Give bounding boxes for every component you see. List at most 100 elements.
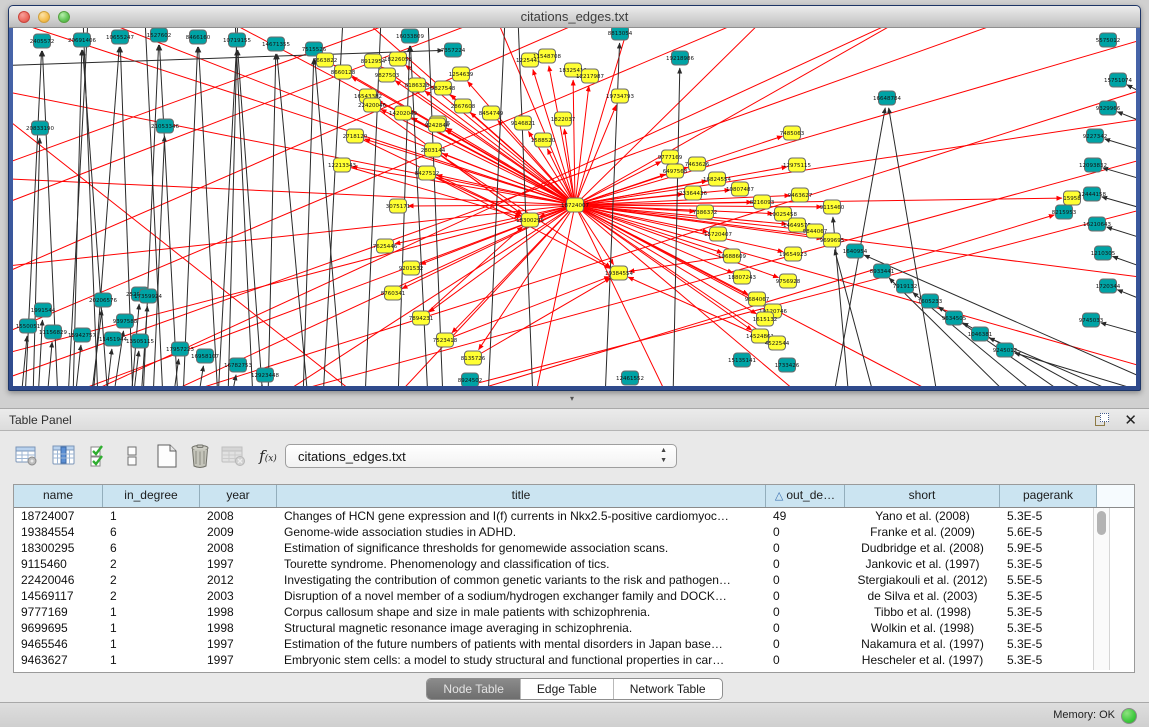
graph-node[interactable]: 10688609 (718, 249, 746, 263)
graph-node[interactable]: 1733426 (775, 358, 800, 372)
graph-node[interactable]: 11156829 (39, 325, 67, 339)
table-row[interactable]: 2242004622012Investigating the contribut… (14, 572, 1134, 588)
graph-node[interactable]: 7463626 (685, 157, 710, 171)
graph-node[interactable]: 9227342 (1083, 129, 1108, 143)
graph-node[interactable]: 19734793 (606, 89, 634, 103)
column-header-in_degree[interactable]: in_degree (103, 485, 200, 507)
graph-node[interactable]: 9745033 (1079, 313, 1104, 327)
graph-node[interactable]: 5575012 (1096, 33, 1121, 47)
graph-node[interactable]: 9756928 (776, 274, 801, 288)
graph-node[interactable]: 7357224 (441, 43, 466, 57)
column-header-short[interactable]: short (845, 485, 1000, 507)
table-row[interactable]: 1938455462009Genome-wide association stu… (14, 524, 1134, 540)
select-all-icon[interactable] (85, 441, 115, 471)
table-row[interactable]: 946362711997Embryonic stem cells: a mode… (14, 652, 1134, 668)
graph-node[interactable]: 7625446 (373, 239, 398, 253)
graph-node[interactable]: 8454749 (479, 106, 504, 120)
column-header-year[interactable]: year (200, 485, 277, 507)
graph-node[interactable]: 15942757 (68, 328, 96, 342)
close-panel-icon[interactable]: ✕ (1124, 411, 1137, 429)
panel-resize-handle[interactable]: ▾ (566, 395, 578, 403)
float-panel-icon[interactable] (1095, 413, 1109, 427)
graph-node[interactable]: 7919132 (893, 279, 918, 293)
graph-node[interactable]: 9115460 (820, 200, 845, 214)
graph-node[interactable]: 1640954 (843, 244, 868, 258)
table-row[interactable]: 969969511998Structural magnetic resonanc… (14, 620, 1134, 636)
graph-node[interactable]: 7386372 (693, 205, 718, 219)
graph-node[interactable]: 9397588 (113, 314, 138, 328)
table-row[interactable]: 911546021997Tourette syndrome. Phenomeno… (14, 556, 1134, 572)
graph-node[interactable]: 8466160 (186, 30, 211, 44)
delete-table-icon[interactable] (219, 441, 249, 471)
graph-node[interactable]: 4522544 (765, 336, 790, 350)
graph-node[interactable]: 1527602 (147, 28, 172, 42)
graph-node[interactable]: 1210305 (1091, 246, 1116, 260)
graph-node[interactable]: 1588520 (531, 133, 556, 147)
graph-node[interactable]: 10807487 (726, 182, 754, 196)
graph-node[interactable]: 14671355 (262, 37, 290, 51)
graph-node[interactable]: 15135141 (728, 353, 756, 367)
column-header-title[interactable]: title (277, 485, 766, 507)
graph-node[interactable]: 20691406 (68, 33, 96, 47)
delete-icon[interactable] (185, 441, 215, 471)
graph-node[interactable]: 1991544 (31, 303, 56, 317)
graph-node[interactable]: 7663822 (313, 53, 338, 67)
graph-node[interactable]: 20833190 (26, 121, 54, 135)
graph-node[interactable]: 7485063 (780, 126, 805, 140)
table-row[interactable]: 1456911722003Disruption of a novel membe… (14, 588, 1134, 604)
graph-node[interactable]: 9827503 (375, 68, 400, 82)
graph-node[interactable]: 12461552 (616, 371, 644, 385)
column-header-out_de[interactable]: △out_de… (766, 485, 845, 507)
tab-node-table[interactable]: Node Table (427, 679, 521, 699)
graph-node[interactable]: 9777169 (658, 150, 683, 164)
graph-node[interactable]: 1046381 (968, 327, 993, 341)
graph-node[interactable]: 1605233 (918, 294, 943, 308)
scrollbar-thumb[interactable] (1097, 511, 1106, 535)
new-table-icon[interactable] (152, 441, 182, 471)
graph-node[interactable]: 1550051 (16, 319, 41, 333)
column-visibility-icon[interactable] (49, 441, 79, 471)
graph-node[interactable]: 1615132 (753, 312, 778, 326)
table-row[interactable]: 1830029562008Estimation of significance … (14, 540, 1134, 556)
graph-node[interactable]: 16648784 (873, 91, 901, 105)
graph-node[interactable]: 2803144 (421, 143, 446, 157)
graph-node[interactable]: 12444158 (1078, 187, 1106, 201)
network-canvas[interactable]: 1872400718300295193845542405572206914061… (13, 28, 1136, 386)
graph-node[interactable]: 12923448 (251, 368, 279, 382)
graph-node[interactable]: 9201532 (399, 261, 424, 275)
clear-selection-icon[interactable] (117, 441, 147, 471)
graph-node[interactable]: 2405572 (30, 34, 55, 48)
graph-node[interactable]: 8924502 (458, 373, 483, 386)
graph-node[interactable]: 9245012 (993, 343, 1018, 357)
window-titlebar[interactable]: citations_edges.txt (9, 6, 1140, 28)
table-selector-dropdown[interactable]: citations_edges.txt ▲▼ (285, 444, 677, 468)
graph-node[interactable]: 9699695 (820, 233, 845, 247)
graph-node[interactable]: 2718120 (343, 129, 368, 143)
graph-node[interactable]: 16824554 (703, 172, 731, 186)
graph-node[interactable]: 15720407 (704, 227, 732, 241)
graph-node[interactable]: 8760341 (381, 286, 406, 300)
graph-node[interactable]: 8933441 (870, 264, 895, 278)
table-row[interactable]: 977716911998Corpus callosum shape and si… (14, 604, 1134, 620)
tab-network-table[interactable]: Network Table (614, 679, 722, 699)
graph-node[interactable]: 19654923 (779, 247, 807, 261)
table-row[interactable]: 1872400712008Changes of HCN gene express… (14, 508, 1134, 524)
graph-node[interactable]: 7894231 (409, 311, 434, 325)
network-graph[interactable]: 1872400718300295193845542405572206914061… (13, 28, 1136, 386)
tab-edge-table[interactable]: Edge Table (521, 679, 614, 699)
vertical-scrollbar[interactable] (1093, 508, 1110, 670)
memory-status-indicator[interactable] (1121, 708, 1137, 724)
graph-node[interactable]: 9146821 (511, 116, 536, 130)
graph-node[interactable]: 3075171 (386, 199, 411, 213)
table-row[interactable]: 946554611997Estimation of the future num… (14, 636, 1134, 652)
graph-node[interactable]: 8813054 (608, 28, 633, 40)
column-header-name[interactable]: name (14, 485, 103, 507)
graph-node[interactable]: 10655247 (106, 30, 134, 44)
graph-node[interactable]: 19218986 (666, 51, 694, 65)
graph-node[interactable]: 8215953 (1052, 205, 1077, 219)
graph-node[interactable]: 18226058 (384, 52, 412, 66)
graph-node[interactable]: 10719155 (223, 33, 251, 47)
graph-node[interactable]: 8427512 (415, 166, 440, 180)
graph-node[interactable]: 9827548 (431, 81, 456, 95)
graph-node[interactable]: 9463627 (788, 188, 813, 202)
